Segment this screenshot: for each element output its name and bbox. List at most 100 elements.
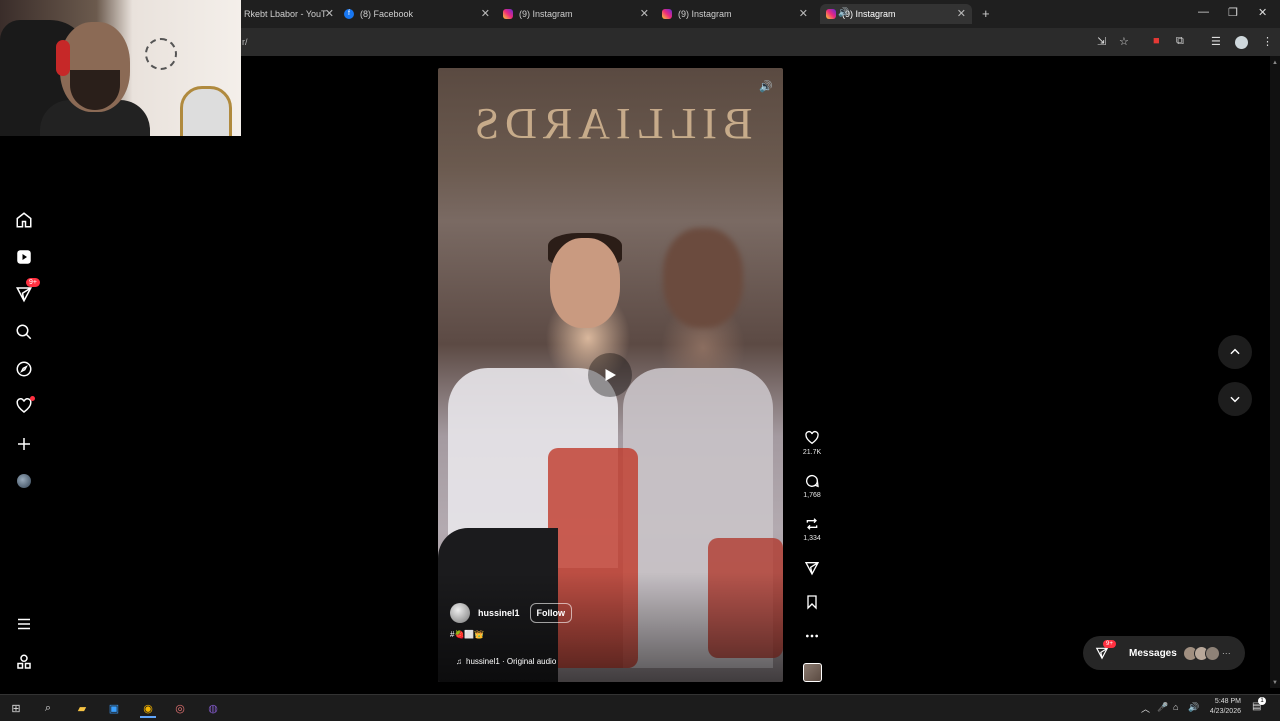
tab-title: (8) Facebook xyxy=(360,9,414,19)
tab-close-icon[interactable]: ✕ xyxy=(481,7,490,20)
messages-button[interactable]: 9+ Messages ··· xyxy=(1083,636,1245,670)
webcam-mirror xyxy=(180,86,232,136)
tab-instagram-2[interactable]: (9) Instagram ✕ xyxy=(662,4,814,24)
app-icon[interactable]: ◎ xyxy=(172,700,188,716)
notification-dot xyxy=(30,396,35,401)
audio-thumbnail-image xyxy=(802,663,822,682)
reel-caption: #🍓⬜👑 xyxy=(450,630,485,639)
comment-action[interactable]: 1,768 xyxy=(795,473,829,499)
messages-more: ··· xyxy=(1221,648,1231,658)
nav-profile[interactable] xyxy=(14,471,34,491)
scroll-up-arrow-icon[interactable]: ▲ xyxy=(1272,60,1278,66)
nav-search[interactable] xyxy=(14,322,34,342)
reel-owner: hussinel1 Follow xyxy=(450,603,573,623)
nav-home[interactable] xyxy=(14,210,34,230)
taskbar-date: 4/23/2026 xyxy=(1209,708,1241,715)
comment-icon xyxy=(806,475,819,488)
nav-create[interactable] xyxy=(14,434,34,454)
more-options-action[interactable] xyxy=(795,628,829,644)
nav-explore[interactable] xyxy=(14,359,34,379)
owner-avatar[interactable] xyxy=(450,603,470,623)
maximize-button[interactable]: ❐ xyxy=(1228,6,1238,19)
share-action[interactable] xyxy=(795,560,829,576)
notification-center-icon[interactable]: ▤ 1 xyxy=(1252,697,1266,712)
nav-more[interactable] xyxy=(14,614,34,634)
taskbar-clock[interactable]: 5:48 PM 4/23/2026 xyxy=(1203,697,1241,717)
profile-avatar xyxy=(17,474,31,488)
more-options-icon xyxy=(806,634,818,638)
store-icon[interactable]: ▣ xyxy=(106,700,122,716)
media-control-icon[interactable]: ☰ xyxy=(1211,35,1221,48)
home-icon xyxy=(16,212,32,228)
owner-username[interactable]: hussinel1 xyxy=(478,608,520,618)
direct-icon xyxy=(16,287,32,303)
microphone-icon[interactable]: 🎤 xyxy=(1157,702,1168,713)
tab-close-icon[interactable]: ✕ xyxy=(799,7,808,20)
volume-icon[interactable]: 🔊 xyxy=(1188,702,1199,713)
extensions-puzzle-icon[interactable]: ⧉ xyxy=(1176,35,1184,48)
plus-icon xyxy=(18,438,30,450)
page-scrollbar[interactable]: ▲ ▼ xyxy=(1270,56,1280,688)
follow-button[interactable]: Follow xyxy=(529,603,573,623)
search-icon[interactable]: ⌕ xyxy=(40,700,56,716)
video-face-left xyxy=(550,238,620,328)
apps-icon xyxy=(17,654,31,669)
video-face-right-blurred xyxy=(663,228,743,328)
taskbar-time: 5:48 PM xyxy=(1214,698,1241,705)
tab-close-icon[interactable]: ✕ xyxy=(325,7,334,20)
network-icon[interactable]: ⌂ xyxy=(1173,702,1178,712)
play-icon xyxy=(605,369,616,381)
tab-title: (9) Instagram xyxy=(519,9,573,19)
tray-expand-icon[interactable]: ︿ xyxy=(1141,702,1150,715)
instagram-sidebar: 9+ xyxy=(0,56,48,688)
reel-video[interactable]: BILLIARDS 🔊 hussinel1 Follow #🍓⬜👑 ♫ huss… xyxy=(438,68,783,682)
share-icon xyxy=(804,562,820,576)
minimize-button[interactable]: — xyxy=(1198,6,1209,18)
reel-audio-link[interactable]: ♫ hussinel1 · Original audio xyxy=(456,657,556,666)
audio-label: hussinel1 · Original audio xyxy=(466,657,557,666)
instagram-favicon-icon xyxy=(662,9,672,19)
save-action[interactable] xyxy=(795,594,829,610)
audio-thumbnail[interactable] xyxy=(795,663,829,682)
messages-label: Messages xyxy=(1129,647,1177,659)
tab-facebook[interactable]: f (8) Facebook ✕ xyxy=(344,4,496,24)
scroll-down-arrow-icon[interactable]: ▼ xyxy=(1272,680,1278,686)
like-action[interactable]: 21.7K xyxy=(795,430,829,456)
next-reel-button[interactable] xyxy=(1218,382,1252,416)
extension-icon[interactable]: ■ xyxy=(1153,35,1160,47)
profile-avatar-icon[interactable] xyxy=(1235,36,1248,49)
previous-reel-button[interactable] xyxy=(1218,335,1252,369)
close-window-button[interactable]: ✕ xyxy=(1258,6,1267,19)
direct-badge: 9+ xyxy=(26,278,40,287)
tab-audio-icon[interactable]: 🔊 xyxy=(838,7,950,18)
tab-youtube[interactable]: Rkebt Lbabor - YouT ✕ xyxy=(236,4,340,24)
chrome-icon[interactable]: ◉ xyxy=(140,700,156,718)
app-icon[interactable]: ◍ xyxy=(205,700,221,716)
comment-count: 1,768 xyxy=(803,492,821,499)
new-tab-button[interactable]: + xyxy=(982,6,990,21)
heart-icon xyxy=(805,430,819,445)
tab-instagram-1[interactable]: (9) Instagram ✕ xyxy=(503,4,655,24)
volume-icon[interactable]: 🔊 xyxy=(759,80,773,93)
windows-start-icon[interactable]: ⊞ xyxy=(8,700,24,716)
nav-reels[interactable] xyxy=(14,247,34,267)
avatar xyxy=(1204,645,1220,661)
nav-notifications[interactable] xyxy=(14,396,35,416)
tab-instagram-active[interactable]: (9) Instagram 🔊 ✕ xyxy=(820,4,972,24)
play-button[interactable] xyxy=(588,353,632,397)
windows-taskbar: ⊞ ⌕ ▰ ▣ ◉ ◎ ◍ ︿ 🎤 ⌂ 🔊 5:48 PM 4/23/2026 … xyxy=(0,694,1280,721)
file-explorer-icon[interactable]: ▰ xyxy=(74,700,90,716)
messages-icon-wrap: 9+ xyxy=(1095,640,1116,660)
bookmark-star-icon[interactable]: ☆ xyxy=(1119,35,1129,48)
address-bar[interactable]: r/ xyxy=(242,32,1092,52)
repost-action[interactable]: 1,334 xyxy=(795,516,829,542)
kebab-menu-icon[interactable]: ⋮ xyxy=(1262,35,1273,48)
tab-title: (9) Instagram xyxy=(678,9,732,19)
chevron-up-icon xyxy=(1230,348,1240,355)
install-app-icon[interactable]: ⇲ xyxy=(1097,35,1106,48)
tab-close-icon[interactable]: ✕ xyxy=(957,7,966,20)
tab-close-icon[interactable]: ✕ xyxy=(640,7,649,20)
instagram-favicon-icon xyxy=(826,9,836,19)
nav-threads[interactable] xyxy=(14,652,34,672)
nav-direct[interactable]: 9+ xyxy=(14,278,40,304)
